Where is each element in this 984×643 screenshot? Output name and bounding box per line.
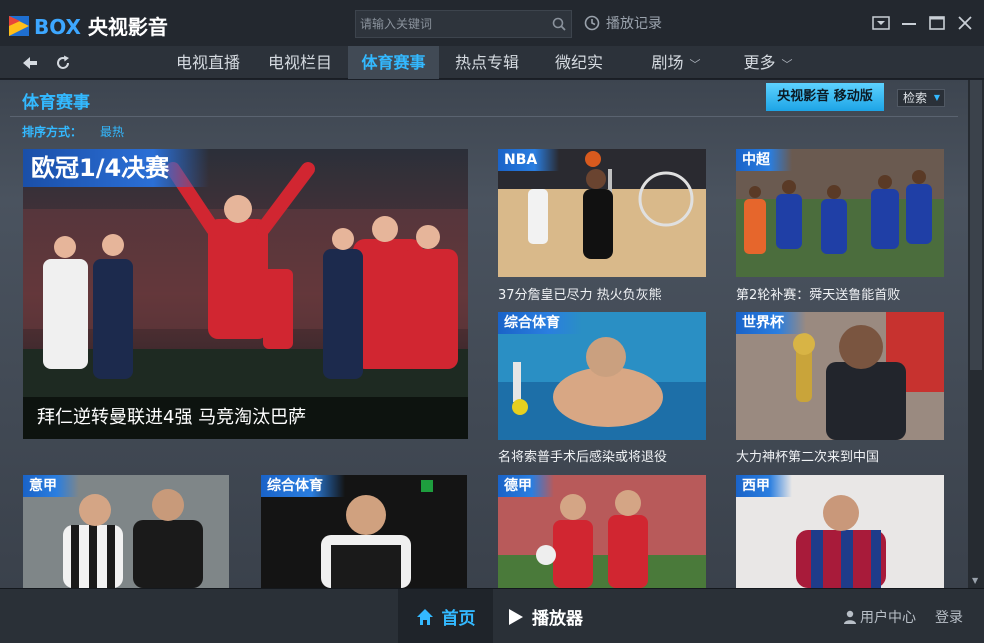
video-tile-general-sports[interactable]: 综合体育 [498, 312, 706, 440]
title-bar: BOX 央视影音 播放记录 [0, 0, 984, 46]
nav-tv-column[interactable]: 电视栏目 [256, 46, 344, 79]
page-title: 体育赛事 [22, 93, 90, 113]
close-icon[interactable] [954, 12, 976, 34]
video-tile-nba[interactable]: NBA [498, 149, 706, 277]
search-input[interactable] [360, 11, 550, 37]
main-nav: 电视直播 电视栏目 体育赛事 热点专辑 微纪实 剧场 ﹀ 更多 ﹀ [0, 46, 984, 79]
featured-thumbnail [23, 149, 468, 439]
chevron-down-icon: ﹀ [689, 58, 701, 71]
nav-micro-docs[interactable]: 微纪实 [535, 46, 623, 79]
chevron-down-icon: ﹀ [781, 58, 793, 71]
sort-bar: 排序方式： 最热 [22, 123, 124, 140]
login-link[interactable]: 登录 [935, 607, 963, 627]
caret-down-icon: ▼ [933, 93, 940, 102]
scroll-down-icon[interactable]: ▼ [972, 576, 980, 585]
tile-tag: 世界杯 [736, 312, 806, 334]
tile-caption[interactable]: 名将索普手术后感染或将退役 [498, 446, 667, 465]
app-logo: BOX 央视影音 [8, 11, 168, 40]
tile-tag: 综合体育 [261, 475, 345, 497]
nav-hot-topics[interactable]: 热点专辑 [443, 46, 531, 79]
video-tile-bundesliga[interactable]: 德甲 [498, 475, 706, 588]
sort-label: 排序方式： [22, 125, 83, 139]
tile-tag: 意甲 [23, 475, 79, 497]
logo-text: BOX 央视影音 [34, 15, 168, 39]
tile-tag: 德甲 [498, 475, 554, 497]
user-center-link[interactable]: 用户中心 [843, 607, 916, 627]
nav-more[interactable]: 更多 ﹀ [724, 46, 812, 79]
logo-play-icon [9, 15, 29, 36]
maximize-icon[interactable] [926, 12, 948, 34]
back-arrow-icon[interactable] [21, 54, 39, 72]
home-tab[interactable]: 首页 [398, 589, 493, 643]
minimize-icon[interactable] [898, 12, 920, 34]
tile-caption[interactable]: 大力神杯第二次来到中国 [736, 446, 879, 465]
nav-theater[interactable]: 剧场 ﹀ [632, 46, 720, 79]
mobile-version-button[interactable]: 央视影音 移动版 [766, 83, 884, 111]
play-history-button[interactable]: 播放记录 [584, 13, 662, 33]
tile-tag: NBA [498, 149, 560, 171]
home-label: 首页 [441, 609, 476, 629]
bottom-bar: 首页 播放器 用户中心 登录 [0, 588, 984, 643]
video-tile-snooker[interactable]: 综合体育 [261, 475, 467, 588]
featured-caption: 拜仁逆转曼联进4强 马竞淘汰巴萨 [23, 397, 468, 439]
player-tab[interactable]: 播放器 [508, 589, 583, 643]
featured-video-tile[interactable]: 欧冠1/4决赛 拜仁逆转曼联进4强 马竞淘汰巴萨 [23, 149, 468, 439]
play-icon [509, 608, 523, 625]
tile-tag: 西甲 [736, 475, 792, 497]
featured-tag: 欧冠1/4决赛 [23, 149, 210, 187]
skin-icon[interactable] [870, 12, 892, 34]
tile-caption[interactable]: 第2轮补赛：舜天送鲁能首败 [736, 284, 900, 303]
tile-tag: 中超 [736, 149, 792, 171]
tile-tag: 综合体育 [498, 312, 582, 334]
nav-sports[interactable]: 体育赛事 [348, 46, 439, 79]
clock-icon [584, 15, 600, 31]
video-tile-world-cup[interactable]: 世界杯 [736, 312, 944, 440]
sort-hot-link[interactable]: 最热 [100, 125, 124, 139]
scrollbar[interactable]: ▲ ▼ [968, 80, 984, 588]
content-area: 体育赛事 央视影音 移动版 检索 ▼ 排序方式： 最热 欧冠1/4决赛 拜仁逆转… [0, 80, 968, 588]
nav-tv-live[interactable]: 电视直播 [164, 46, 252, 79]
play-history-label: 播放记录 [606, 16, 662, 32]
video-tile-serie-a[interactable]: 意甲 [23, 475, 229, 588]
tile-caption[interactable]: 37分詹皇已尽力 热火负灰熊 [498, 284, 662, 303]
search-icon[interactable] [551, 16, 567, 32]
user-icon [844, 610, 856, 624]
player-label: 播放器 [532, 609, 583, 629]
video-tile-la-liga[interactable]: 西甲 [736, 475, 944, 588]
scroll-thumb[interactable] [970, 80, 982, 370]
refresh-icon[interactable] [54, 54, 72, 72]
home-icon [416, 608, 433, 625]
search-box[interactable] [355, 10, 572, 38]
divider [10, 116, 958, 117]
search-dropdown[interactable]: 检索 ▼ [897, 89, 945, 107]
video-tile-csl[interactable]: 中超 [736, 149, 944, 277]
